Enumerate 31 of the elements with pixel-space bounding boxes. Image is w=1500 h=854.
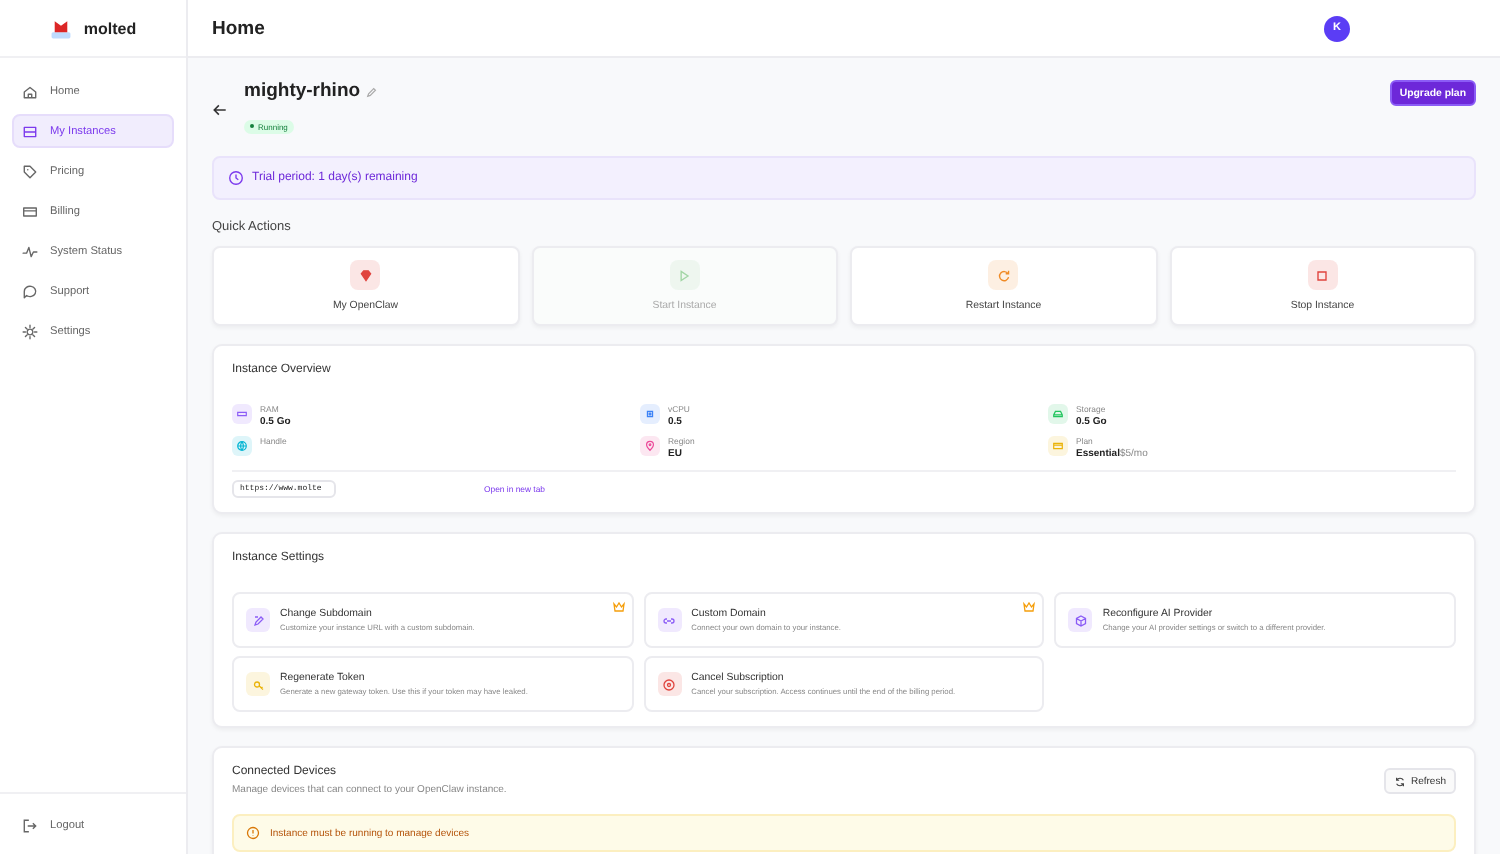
refresh-icon <box>1394 775 1407 787</box>
pencil-icon <box>246 608 270 632</box>
warning-icon <box>246 826 260 840</box>
back-arrow-icon[interactable] <box>212 101 228 117</box>
play-icon <box>676 267 693 283</box>
target-icon <box>657 672 682 696</box>
clock-icon <box>228 170 244 186</box>
restart-icon <box>995 267 1012 283</box>
card-icon <box>22 203 38 219</box>
chat-icon <box>22 283 38 299</box>
home-icon <box>22 83 38 99</box>
tag-icon <box>22 163 38 179</box>
logout-icon <box>22 817 38 833</box>
instances-icon <box>22 123 38 139</box>
pulse-icon <box>22 243 38 259</box>
gear-icon <box>22 323 38 339</box>
instance-name: mighty-rhino <box>244 80 361 102</box>
drive-icon <box>1048 404 1068 424</box>
pin-icon <box>640 436 660 456</box>
stop-icon <box>1314 267 1331 283</box>
gem-icon <box>357 267 374 283</box>
cube-icon <box>1068 608 1093 632</box>
globe-icon <box>232 436 252 456</box>
page-title: Home <box>212 17 265 39</box>
logo-icon <box>49 17 72 39</box>
card-icon <box>1048 436 1068 456</box>
key-icon <box>246 672 270 696</box>
memory-icon <box>232 404 252 424</box>
chip-icon <box>640 404 660 424</box>
brand-name: molted <box>83 19 137 37</box>
link-icon <box>657 608 682 632</box>
